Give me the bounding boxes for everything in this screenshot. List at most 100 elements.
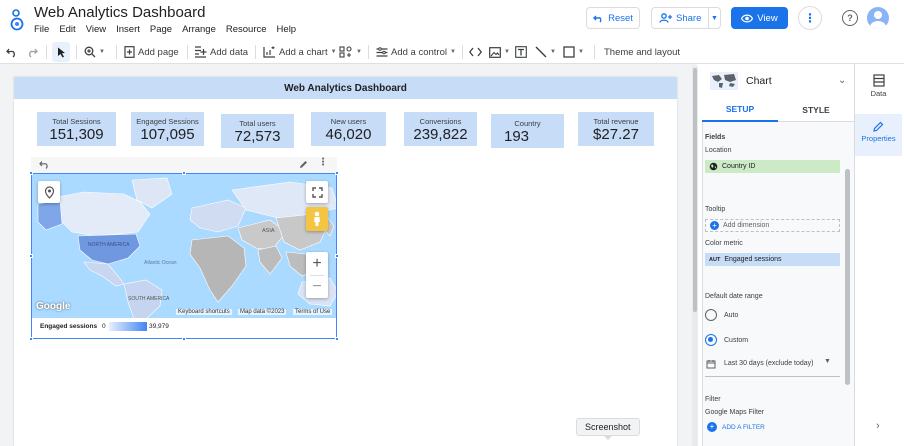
map-zoom-out-icon[interactable]: −: [312, 276, 321, 298]
radio-auto[interactable]: [705, 309, 717, 321]
location-label: Location: [705, 147, 732, 154]
add-filter-label: ADD A FILTER: [722, 423, 765, 431]
terms-of-use-link[interactable]: Terms of Use: [293, 309, 333, 315]
embed-code-icon[interactable]: [469, 42, 482, 62]
map-location-icon[interactable]: [38, 181, 60, 203]
view-label: View: [757, 12, 778, 24]
resize-handle[interactable]: [29, 337, 33, 341]
menu-bar: File Edit View Insert Page Arrange Resou…: [34, 24, 296, 35]
legend-gradient: [109, 322, 147, 331]
location-field[interactable]: Country ID: [705, 160, 840, 173]
add-data-button[interactable]: Add data: [194, 42, 248, 62]
canvas-scrollbar[interactable]: [692, 66, 698, 446]
share-main[interactable]: Share: [652, 8, 709, 28]
tab-style[interactable]: STYLE: [778, 98, 854, 122]
menu-arrange[interactable]: Arrange: [182, 24, 216, 35]
kpi-country[interactable]: Country 193: [491, 114, 564, 148]
kpi-total-revenue[interactable]: Total revenue $27.27: [578, 112, 654, 146]
add-chart-label: Add a chart: [279, 46, 328, 58]
avatar[interactable]: [867, 7, 889, 29]
legend-metric: Engaged sessions: [40, 323, 98, 330]
chevron-right-icon[interactable]: ›: [876, 420, 880, 432]
tab-setup[interactable]: SETUP: [702, 98, 778, 122]
add-filter-button[interactable]: + ADD A FILTER: [707, 422, 765, 432]
menu-resource[interactable]: Resource: [226, 24, 267, 35]
select-pointer-icon[interactable]: [52, 42, 70, 62]
metric-agg-badge: AUT: [709, 256, 721, 263]
rail-properties[interactable]: Properties: [855, 114, 902, 156]
resize-handle[interactable]: [182, 337, 186, 341]
menu-view[interactable]: View: [86, 24, 106, 35]
rail-data-label: Data: [870, 89, 887, 98]
add-control-label: Add a control: [391, 46, 447, 58]
text-box-icon[interactable]: [515, 42, 527, 62]
map-label-asia: ASIA: [262, 228, 275, 234]
chart-type-selector[interactable]: Chart ⌄: [702, 64, 854, 98]
pencil-icon: [873, 121, 884, 132]
resize-handle[interactable]: [335, 171, 339, 175]
add-chart-button[interactable]: Add a chart ▼: [263, 42, 337, 62]
keyboard-shortcuts-link[interactable]: Keyboard shortcuts: [176, 309, 232, 315]
community-viz-icon[interactable]: ▼: [339, 42, 362, 62]
tooltip-label: Tooltip: [705, 206, 726, 213]
menu-insert[interactable]: Insert: [116, 24, 140, 35]
resize-handle[interactable]: [29, 254, 33, 258]
filter-heading: Filter: [705, 396, 721, 403]
add-control-button[interactable]: Add a control ▼: [376, 42, 456, 62]
menu-edit[interactable]: Edit: [59, 24, 75, 35]
add-dimension-field[interactable]: + Add dimension: [705, 219, 840, 232]
chevron-down-icon[interactable]: ⌄: [838, 75, 846, 86]
share-button[interactable]: Share ▼: [651, 7, 721, 29]
share-dropdown-icon[interactable]: ▼: [709, 15, 720, 22]
street-view-pegman-icon[interactable]: [306, 207, 328, 231]
more-options-icon[interactable]: ⋮: [798, 6, 822, 30]
kpi-total-sessions[interactable]: Total Sessions 151,309: [37, 112, 116, 146]
fullscreen-icon[interactable]: [306, 181, 328, 203]
help-icon[interactable]: ?: [842, 10, 858, 26]
resize-handle[interactable]: [335, 254, 339, 258]
menu-help[interactable]: Help: [277, 24, 297, 35]
image-icon[interactable]: ▼: [489, 42, 510, 62]
resize-handle[interactable]: [335, 337, 339, 341]
date-range-value[interactable]: Last 30 days (exclude today): [724, 360, 814, 367]
add-control-icon: [376, 46, 388, 57]
kpi-engaged-sessions[interactable]: Engaged Sessions 107,095: [131, 112, 204, 146]
calendar-icon: [706, 360, 716, 369]
line-icon[interactable]: ▼: [535, 42, 556, 62]
chart-undo-icon[interactable]: [39, 160, 50, 169]
rail-data[interactable]: Data: [855, 74, 902, 108]
view-button[interactable]: View: [731, 7, 788, 29]
redo-icon[interactable]: [26, 42, 38, 62]
geo-map[interactable]: ASIA NORTH AMERICA SOUTH AMERICA Atlanti…: [31, 173, 337, 318]
radio-custom[interactable]: [705, 334, 717, 346]
menu-page[interactable]: Page: [150, 24, 172, 35]
zoom-in-icon[interactable]: ▼: [84, 42, 105, 62]
location-value: Country ID: [722, 163, 756, 170]
date-dropdown-icon[interactable]: ▼: [824, 358, 831, 365]
resize-handle[interactable]: [182, 171, 186, 175]
map-zoom-in-icon[interactable]: +: [312, 253, 321, 275]
kpi-total-users[interactable]: Total users 72,573: [221, 114, 294, 148]
kpi-value: 107,095: [140, 126, 195, 143]
chart-more-icon[interactable]: ⋮: [318, 157, 328, 168]
color-metric-label: Color metric: [705, 240, 743, 247]
app-header: Web Analytics Dashboard File Edit View I…: [0, 0, 904, 40]
resize-handle[interactable]: [29, 171, 33, 175]
edit-pencil-icon[interactable]: [299, 160, 308, 169]
report-banner[interactable]: Web Analytics Dashboard: [14, 77, 677, 99]
data-table-icon: [872, 74, 885, 87]
properties-scrollbar[interactable]: [845, 124, 850, 446]
theme-layout-button[interactable]: Theme and layout: [604, 42, 680, 62]
map-data-attribution: Map data ©2023: [238, 309, 287, 315]
kpi-new-users[interactable]: New users 46,020: [311, 112, 386, 146]
reset-button[interactable]: Reset: [586, 7, 640, 29]
report-title[interactable]: Web Analytics Dashboard: [34, 4, 205, 21]
add-page-button[interactable]: Add page: [124, 42, 179, 62]
fields-heading: Fields: [705, 134, 726, 141]
undo-icon[interactable]: [6, 42, 18, 62]
legend-min: 0: [102, 323, 106, 330]
color-metric-field[interactable]: AUT Engaged sessions: [705, 253, 840, 266]
kpi-conversions[interactable]: Conversions 239,822: [404, 112, 477, 146]
menu-file[interactable]: File: [34, 24, 49, 35]
shape-icon[interactable]: ▼: [563, 42, 584, 62]
